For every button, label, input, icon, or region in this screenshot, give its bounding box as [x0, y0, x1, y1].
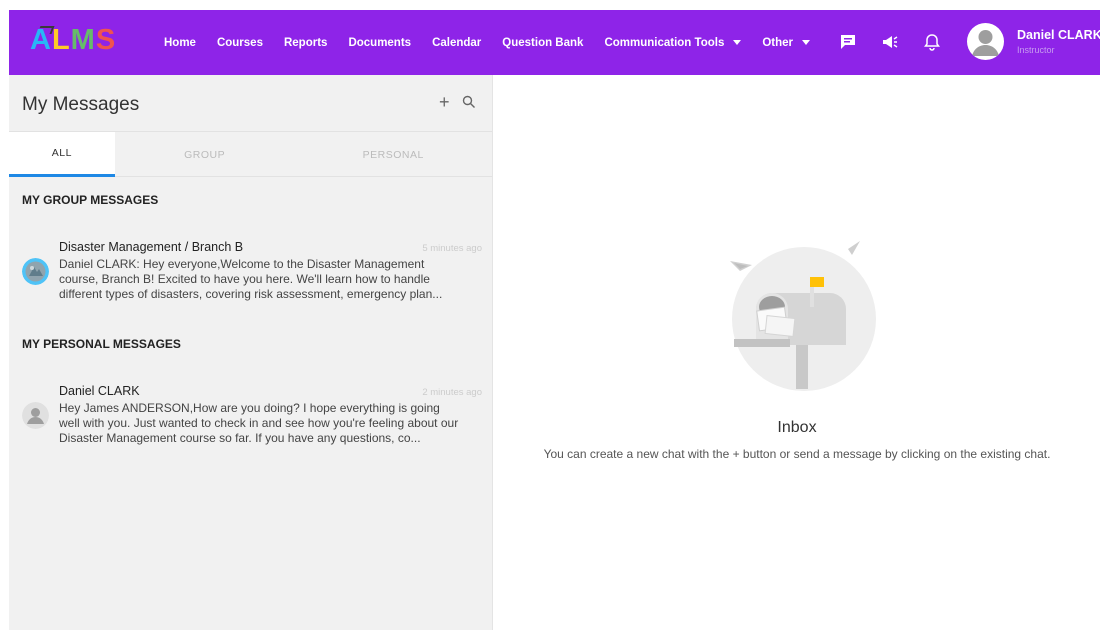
- tab-group[interactable]: GROUP: [115, 132, 295, 177]
- graduation-cap-icon: [37, 26, 55, 34]
- nav-calendar[interactable]: Calendar: [432, 37, 481, 49]
- nav-other[interactable]: Other: [762, 37, 811, 49]
- nav-courses[interactable]: Courses: [217, 37, 263, 49]
- messages-header: My Messages +: [9, 75, 492, 132]
- chevron-down-icon: [733, 40, 742, 45]
- avatar: [22, 402, 49, 429]
- user-info: Daniel CLARK Instructor: [1017, 28, 1100, 55]
- chat-icon[interactable]: [837, 31, 859, 53]
- user-role: Instructor: [1017, 45, 1055, 55]
- group-avatar: [22, 258, 49, 285]
- bell-icon[interactable]: [921, 31, 943, 53]
- message-content: Daniel CLARK 2 minutes ago Hey James AND…: [59, 384, 482, 446]
- messages-actions: +: [439, 93, 476, 111]
- tab-all[interactable]: ALL: [9, 132, 115, 177]
- message-content: Disaster Management / Branch B 5 minutes…: [59, 240, 482, 302]
- search-icon[interactable]: [462, 95, 476, 109]
- message-title: Daniel CLARK: [59, 384, 140, 398]
- new-chat-button[interactable]: +: [439, 93, 450, 111]
- nav-communication-tools[interactable]: Communication Tools: [604, 37, 742, 49]
- messages-panel: My Messages + ALL GROUP PERSONAL MY GROU…: [9, 75, 493, 630]
- message-title: Disaster Management / Branch B: [59, 240, 244, 254]
- message-preview: Hey James ANDERSON,How are you doing? I …: [59, 401, 459, 445]
- message-time: 2 minutes ago: [422, 387, 482, 398]
- user-name: Daniel CLARK: [1017, 28, 1100, 42]
- message-time: 5 minutes ago: [422, 243, 482, 254]
- list-item[interactable]: Disaster Management / Branch B 5 minutes…: [22, 240, 482, 302]
- main-nav: Home Courses Reports Documents Calendar …: [164, 10, 831, 75]
- chevron-down-icon: [802, 40, 811, 45]
- empty-state-description: You can create a new chat with the + but…: [543, 447, 1051, 461]
- user-menu[interactable]: Daniel CLARK Instructor: [967, 23, 1100, 60]
- personal-messages-heading: MY PERSONAL MESSAGES: [22, 337, 181, 351]
- nav-home[interactable]: Home: [164, 37, 196, 49]
- page-title: My Messages: [22, 94, 140, 115]
- list-item[interactable]: Daniel CLARK 2 minutes ago Hey James AND…: [22, 384, 482, 446]
- tab-personal[interactable]: PERSONAL: [294, 132, 492, 177]
- top-navigation-bar: ALMS Home Courses Reports Documents Cale…: [9, 10, 1100, 75]
- empty-state-title: Inbox: [777, 419, 817, 436]
- conversation-area: Inbox You can create a new chat with the…: [494, 75, 1100, 630]
- nav-reports[interactable]: Reports: [284, 37, 327, 49]
- nav-question-bank[interactable]: Question Bank: [502, 37, 583, 49]
- message-tabs: ALL GROUP PERSONAL: [9, 132, 492, 177]
- header-icons: [837, 31, 963, 53]
- mailbox-illustration: [712, 231, 882, 391]
- nav-documents[interactable]: Documents: [348, 37, 411, 49]
- message-preview: Daniel CLARK: Hey everyone,Welcome to th…: [59, 257, 443, 301]
- group-messages-heading: MY GROUP MESSAGES: [22, 193, 159, 207]
- app-window: ALMS Home Courses Reports Documents Cale…: [9, 10, 1100, 630]
- avatar: [967, 23, 1004, 60]
- alms-logo[interactable]: ALMS: [30, 24, 120, 60]
- megaphone-icon[interactable]: [879, 31, 901, 53]
